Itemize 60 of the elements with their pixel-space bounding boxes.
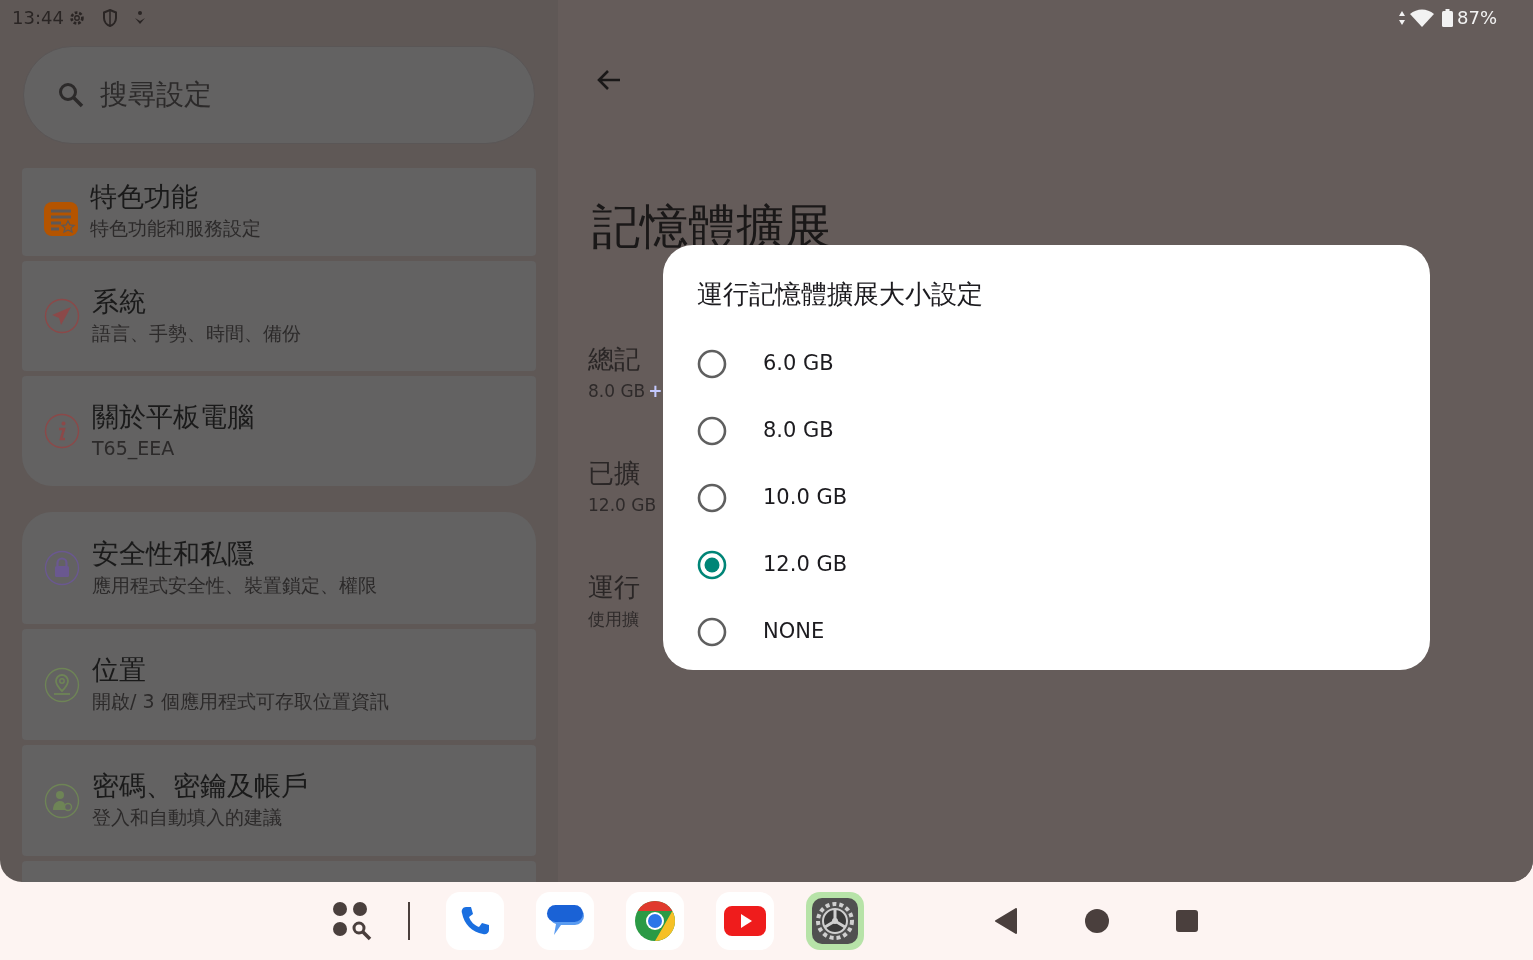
download-icon [133, 9, 146, 26]
search-icon [58, 82, 84, 108]
recents-button[interactable] [1176, 910, 1198, 932]
gear-icon [812, 898, 858, 944]
item-title: 關於平板電腦 [92, 399, 254, 434]
setting-label: 總記 [588, 343, 640, 376]
item-subtitle: 特色功能和服務設定 [90, 215, 261, 241]
option-label[interactable]: 10.0 GB [763, 481, 848, 514]
battery-level: 87% [1457, 6, 1497, 30]
settings-item[interactable]: 密碼、密鑰及帳戶 登入和自動填入的建議 [22, 745, 536, 856]
radio-button[interactable] [697, 549, 727, 580]
app-icon-button[interactable] [806, 892, 864, 950]
info-icon [44, 413, 80, 449]
search-field[interactable]: 搜尋設定 [23, 46, 535, 144]
app-drawer-icon[interactable] [332, 901, 372, 941]
browser-icon [634, 900, 676, 942]
play-icon [724, 906, 766, 936]
wifi-icon [1410, 8, 1434, 27]
setting-label: 已擴 [588, 457, 640, 490]
plus-sign: + [648, 380, 663, 403]
setting-label: 運行 [588, 571, 640, 604]
radio-button[interactable] [697, 616, 727, 647]
item-subtitle: 登入和自動填入的建議 [92, 805, 283, 831]
home-button[interactable] [1084, 908, 1110, 934]
item-subtitle: 語言、手勢、時間、備份 [92, 320, 301, 346]
back-button[interactable] [994, 908, 1018, 934]
location-pin-icon [44, 666, 80, 703]
settings-item[interactable]: 系統 語言、手勢、時間、備份 [22, 261, 536, 371]
item-subtitle: T65_EEA [92, 435, 176, 462]
radio-button[interactable] [697, 348, 727, 379]
radio-button[interactable] [697, 482, 727, 513]
app-icon-button[interactable] [536, 892, 594, 950]
gear-icon [67, 8, 86, 27]
item-subtitle: 應用程式安全性、裝置鎖定、權限 [92, 572, 377, 598]
paper-plane-icon [44, 298, 80, 334]
radio-button[interactable] [697, 415, 727, 446]
option-label[interactable]: 6.0 GB [763, 347, 834, 380]
back-arrow-icon[interactable] [596, 68, 622, 92]
item-title: 密碼、密鑰及帳戶 [92, 769, 308, 804]
settings-item[interactable]: 特色功能 特色功能和服務設定 [22, 168, 536, 256]
option-label[interactable]: NONE [763, 615, 825, 648]
setting-value: 使用擴 [588, 608, 639, 631]
item-title: 特色功能 [90, 179, 199, 214]
battery-icon [1442, 8, 1453, 27]
item-title: 位置 [92, 653, 147, 688]
shield-icon [101, 8, 118, 27]
settings-item[interactable]: 關於平板電腦 T65_EEA [22, 376, 536, 486]
settings-item[interactable]: 安全性和私隱 應用程式安全性、裝置鎖定、權限 [22, 512, 536, 624]
option-label[interactable]: 8.0 GB [763, 414, 834, 447]
person-icon [44, 782, 80, 819]
item-title: 安全性和私隱 [92, 536, 255, 571]
item-title: 系統 [92, 284, 147, 319]
data-arrows-icon [1398, 9, 1406, 26]
option-label[interactable]: 12.0 GB [763, 548, 848, 581]
lock-icon [44, 550, 80, 586]
setting-value: 8.0 GB [588, 380, 646, 403]
app-icon-button[interactable] [446, 892, 504, 950]
dialog-title: 運行記憶體擴展大小設定 [697, 278, 984, 311]
settings-item[interactable]: 位置 開啟/ 3 個應用程式可存取位置資訊 [22, 629, 536, 740]
item-subtitle: 開啟/ 3 個應用程式可存取位置資訊 [92, 689, 389, 715]
